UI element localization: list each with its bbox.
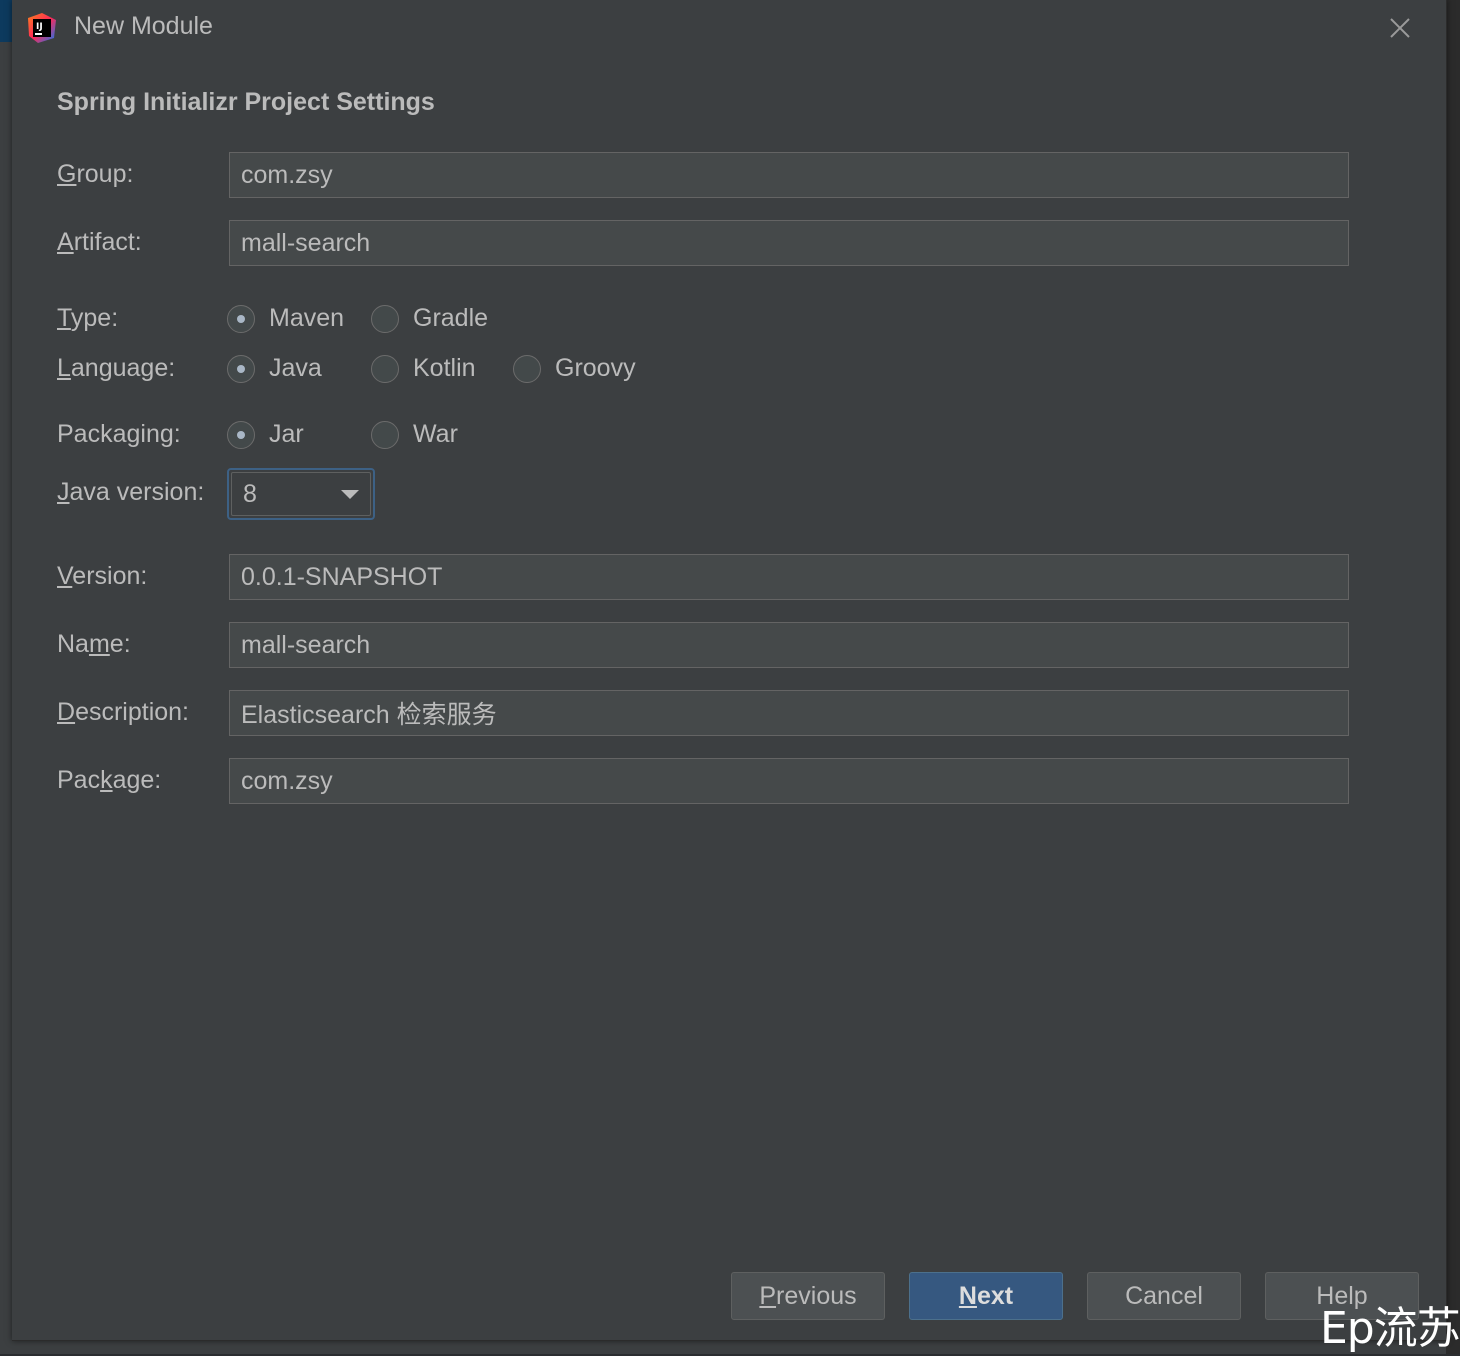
artifact-field[interactable] (229, 220, 1349, 266)
language-label: Language: (57, 354, 176, 382)
close-icon[interactable] (1386, 14, 1414, 42)
radio-button[interactable] (371, 354, 399, 383)
description-field[interactable] (229, 690, 1349, 736)
radio-label: Kotlin (413, 354, 476, 382)
description-label: Description: (57, 698, 190, 726)
radio-label: Maven (269, 304, 345, 332)
next-button[interactable]: Next (909, 1272, 1063, 1320)
radio-button-checked[interactable] (227, 420, 255, 449)
language-radio-kotlin[interactable]: Kotlin (371, 354, 476, 383)
packaging-radio-war[interactable]: War (371, 420, 458, 449)
radio-button[interactable] (371, 420, 399, 449)
type-radio-gradle[interactable]: Gradle (371, 304, 488, 333)
previous-button[interactable]: Previous (731, 1272, 885, 1320)
dialog-titlebar: IJ New Module (12, 0, 1446, 58)
radio-label: War (413, 420, 458, 448)
section-title: Spring Initializr Project Settings (57, 88, 435, 116)
package-field[interactable] (229, 758, 1349, 804)
group-field[interactable] (229, 152, 1349, 198)
language-radio-groovy[interactable]: Groovy (513, 354, 636, 383)
packaging-label: Packaging: (57, 420, 181, 448)
name-field[interactable] (229, 622, 1349, 668)
group-label: Group: (57, 160, 134, 188)
type-label: Type: (57, 304, 119, 332)
radio-button-checked[interactable] (227, 304, 255, 333)
cancel-button[interactable]: Cancel (1087, 1272, 1241, 1320)
svg-text:IJ: IJ (36, 22, 43, 32)
radio-label: Groovy (555, 354, 636, 382)
version-field[interactable] (229, 554, 1349, 600)
name-label: Name: (57, 630, 131, 658)
java-version-value: 8 (243, 480, 257, 508)
intellij-idea-icon: IJ (26, 12, 58, 44)
ide-right-strip (1446, 0, 1460, 1354)
chevron-down-icon[interactable] (341, 490, 359, 499)
java-version-label: Java version: (57, 478, 205, 506)
ide-left-accent (0, 0, 12, 42)
radio-label: Java (269, 354, 322, 382)
radio-label: Gradle (413, 304, 489, 332)
new-module-dialog: IJ New Module Spring Initializr Project … (12, 0, 1447, 1341)
radio-button[interactable] (371, 304, 399, 333)
radio-button[interactable] (513, 354, 541, 383)
packaging-radio-jar[interactable]: Jar (227, 420, 304, 449)
artifact-label: Artifact: (57, 228, 142, 256)
version-label: Version: (57, 562, 148, 590)
radio-button-checked[interactable] (227, 354, 255, 383)
dialog-title: New Module (74, 12, 213, 40)
package-label: Package: (57, 766, 162, 794)
radio-label: Jar (269, 420, 304, 448)
language-radio-java[interactable]: Java (227, 354, 322, 383)
type-radio-maven[interactable]: Maven (227, 304, 344, 333)
watermark: Ep流苏 (1320, 1303, 1460, 1354)
java-version-dropdown[interactable]: 8 (227, 468, 375, 520)
